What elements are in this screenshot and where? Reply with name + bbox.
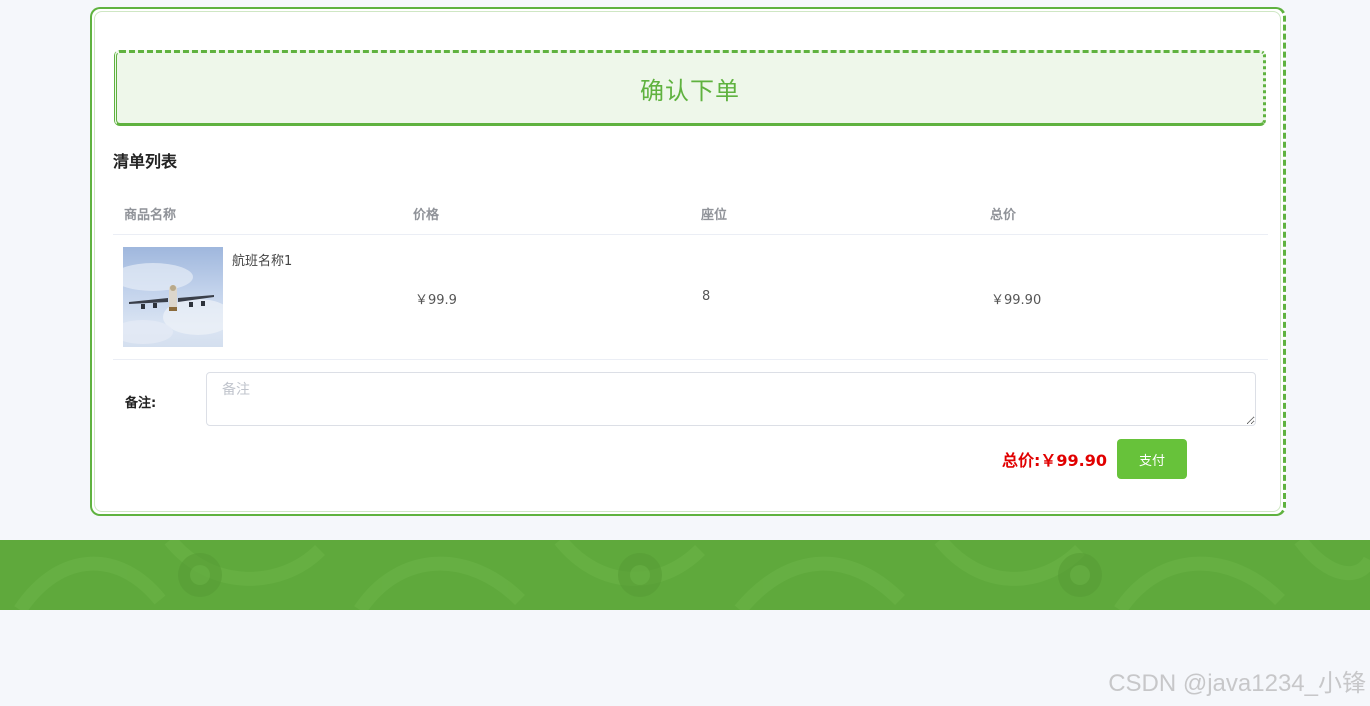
watermark-text: CSDN @java1234_小锋 <box>1108 670 1366 697</box>
order-confirm-card: 确认下单 清单列表 商品名称 价格 座位 总价 航班名称1 ￥99.9 8 ￥9… <box>90 7 1286 516</box>
page-title: 确认下单 <box>640 76 740 105</box>
page-header-banner: 确认下单 <box>114 50 1266 126</box>
total-amount: ￥99.90 <box>1040 451 1108 470</box>
row-total: ￥99.90 <box>991 293 1042 308</box>
column-header-price: 价格 <box>413 208 440 223</box>
seat-number: 8 <box>702 289 711 304</box>
airplane-photo <box>123 247 223 347</box>
footer-decoration <box>0 540 1370 610</box>
remark-input[interactable] <box>206 372 1256 426</box>
table-row: 航班名称1 ￥99.9 8 ￥99.90 <box>113 235 1268 360</box>
total-label: 总价: <box>1002 451 1041 470</box>
column-header-product: 商品名称 <box>124 208 177 223</box>
section-title: 清单列表 <box>113 152 178 171</box>
order-table: 商品名称 价格 座位 总价 航班名称1 ￥99.9 8 ￥99.90 <box>113 192 1268 360</box>
remark-row: 备注: <box>113 372 1268 428</box>
column-header-total: 总价 <box>990 208 1017 223</box>
remark-label: 备注: <box>125 396 157 411</box>
product-name: 航班名称1 <box>232 254 293 269</box>
table-header: 商品名称 价格 座位 总价 <box>113 192 1268 235</box>
order-summary: 总价: ￥99.90 支付 <box>1002 439 1188 479</box>
pay-button[interactable]: 支付 <box>1117 439 1188 479</box>
product-price: ￥99.9 <box>415 293 457 308</box>
column-header-seat: 座位 <box>701 208 728 223</box>
